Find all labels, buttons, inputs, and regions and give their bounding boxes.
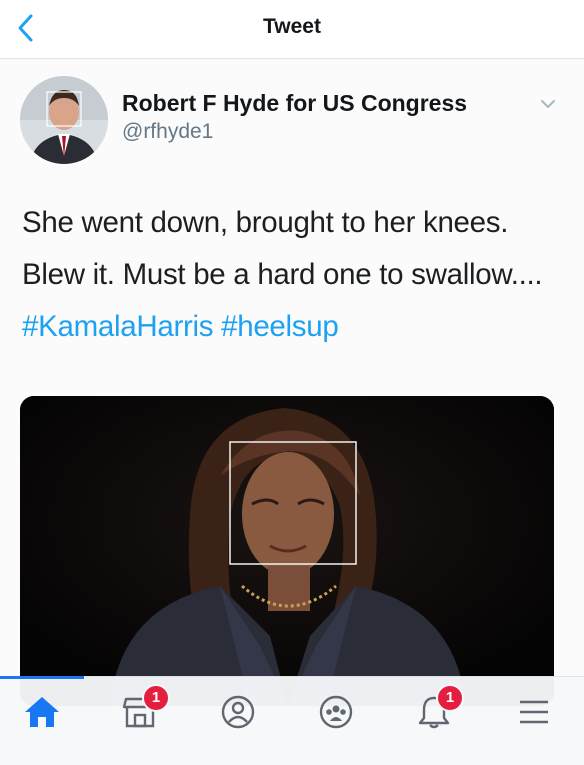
marketplace-badge: 1 (142, 684, 170, 712)
nav-marketplace-button[interactable]: 1 (118, 684, 170, 734)
notifications-badge: 1 (436, 684, 464, 712)
chevron-down-icon (541, 100, 555, 108)
nav-groups-button[interactable] (314, 690, 358, 734)
nav-menu-button[interactable] (512, 690, 556, 734)
bottom-navigation-bar (0, 676, 584, 765)
nav-home-button[interactable] (20, 690, 64, 734)
hashtag-link[interactable]: #KamalaHarris (22, 310, 214, 343)
avatar-photo (20, 76, 108, 164)
hashtag-link[interactable]: #heelsup (221, 310, 339, 343)
profile-icon (221, 695, 255, 729)
home-icon (25, 697, 59, 727)
tweet-photo (20, 396, 554, 706)
groups-icon (319, 695, 353, 729)
menu-icon (520, 700, 548, 724)
tweet-options-button[interactable] (536, 92, 560, 116)
tweet-header: Tweet (0, 0, 584, 59)
tweet-media-image[interactable] (20, 396, 554, 706)
author-name[interactable]: Robert F Hyde for US Congress (122, 90, 467, 117)
author-avatar[interactable] (20, 76, 108, 164)
page-title: Tweet (263, 15, 321, 38)
nav-notifications-button[interactable]: 1 (412, 684, 464, 734)
author-handle[interactable]: @rfhyde1 (122, 120, 213, 144)
active-tab-indicator (0, 676, 84, 679)
tweet-text: She went down, brought to her knees. Ble… (22, 197, 567, 353)
nav-profile-button[interactable] (216, 690, 260, 734)
tweet-body-text: She went down, brought to her knees. Ble… (22, 206, 543, 291)
